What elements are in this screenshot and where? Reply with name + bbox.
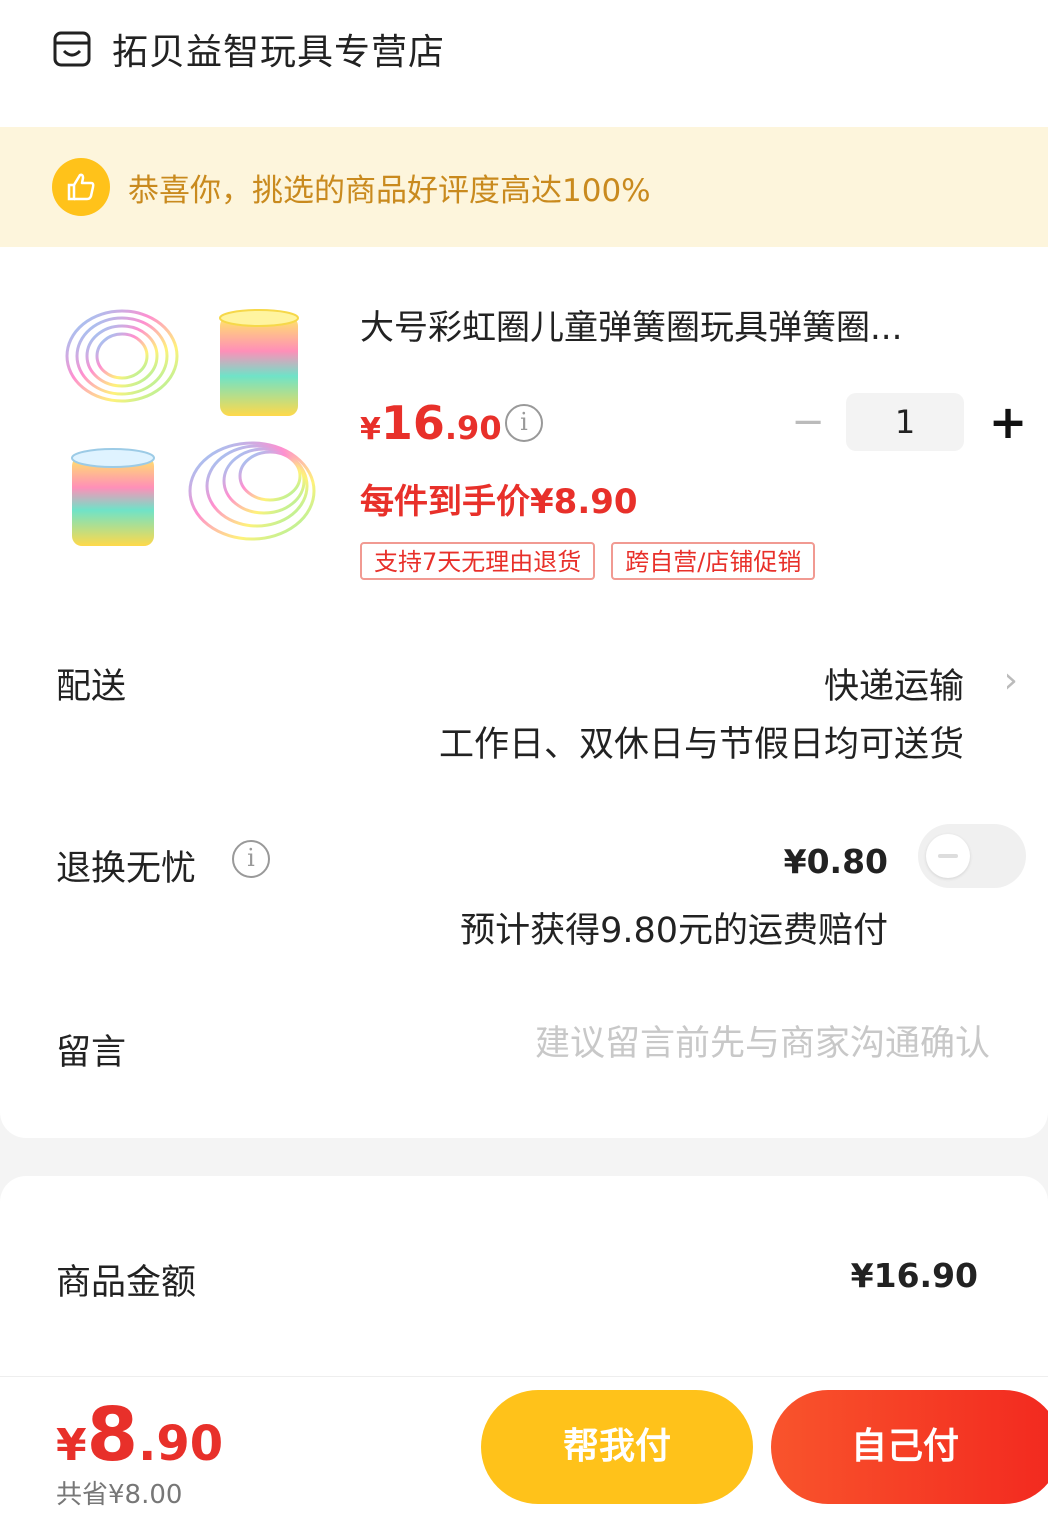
delivery-method[interactable]: 快递运输 <box>824 658 964 709</box>
goods-amount-label: 商品金额 <box>56 1263 197 1303</box>
thumbs-up-icon <box>52 158 110 216</box>
delivery-note: 工作日、双休日与节假日均可送货 <box>438 725 964 765</box>
price-info-icon[interactable]: i <box>505 404 543 442</box>
return-insurance-label: 退换无忧 <box>56 849 197 889</box>
return-insurance-price: ¥0.80 <box>783 842 888 881</box>
price-integer: 16 <box>380 396 445 450</box>
return-insurance-toggle[interactable] <box>918 824 1026 888</box>
increase-quantity-button[interactable]: + <box>988 395 1028 449</box>
product-image[interactable] <box>52 296 332 566</box>
message-label: 留言 <box>56 1033 127 1073</box>
delivery-label: 配送 <box>56 667 127 707</box>
price-decimal: .90 <box>444 409 502 447</box>
store-icon <box>53 31 91 67</box>
praise-text: 恭喜你，挑选的商品好评度高达100% <box>128 172 651 209</box>
unit-price: 每件到手价¥8.90 <box>360 482 638 522</box>
product-price: ¥ 16 .90 <box>360 396 502 450</box>
pay-myself-button[interactable]: 自己付 <box>771 1390 1048 1504</box>
product-title[interactable]: 大号彩虹圈儿童弹簧圈玩具弹簧圈... <box>360 300 980 349</box>
promotion-tag: 跨自营/店铺促销 <box>611 542 816 580</box>
total-integer: 8 <box>86 1392 139 1478</box>
price-currency: ¥ <box>360 412 381 447</box>
praise-banner: 恭喜你，挑选的商品好评度高达100% <box>0 127 1048 247</box>
saved-amount: 共省¥8.00 <box>56 1480 183 1510</box>
help-me-pay-button[interactable]: 帮我付 <box>481 1390 753 1504</box>
total-decimal: .90 <box>138 1416 224 1472</box>
quantity-input[interactable]: 1 <box>846 393 964 451</box>
return-policy-tag: 支持7天无理由退货 <box>360 542 596 580</box>
shop-name: 拓贝益智玩具专营店 <box>112 32 446 73</box>
return-insurance-note: 预计获得9.80元的运费赔付 <box>460 911 888 951</box>
total-currency: ¥ <box>56 1420 87 1471</box>
return-info-icon[interactable]: i <box>232 840 270 878</box>
chevron-right-icon[interactable]: › <box>1004 660 1018 701</box>
decrease-quantity-button[interactable]: − <box>788 399 828 445</box>
quantity-stepper: − 1 + <box>788 392 1028 452</box>
product-tags: 支持7天无理由退货 跨自营/店铺促销 <box>360 542 831 580</box>
total-price: ¥ 8 .90 <box>56 1392 223 1478</box>
shop-header[interactable]: 拓贝益智玩具专营店 <box>52 24 445 74</box>
goods-amount-value: ¥16.90 <box>850 1256 978 1295</box>
message-input[interactable] <box>380 1024 990 1064</box>
toggle-knob <box>926 834 970 878</box>
